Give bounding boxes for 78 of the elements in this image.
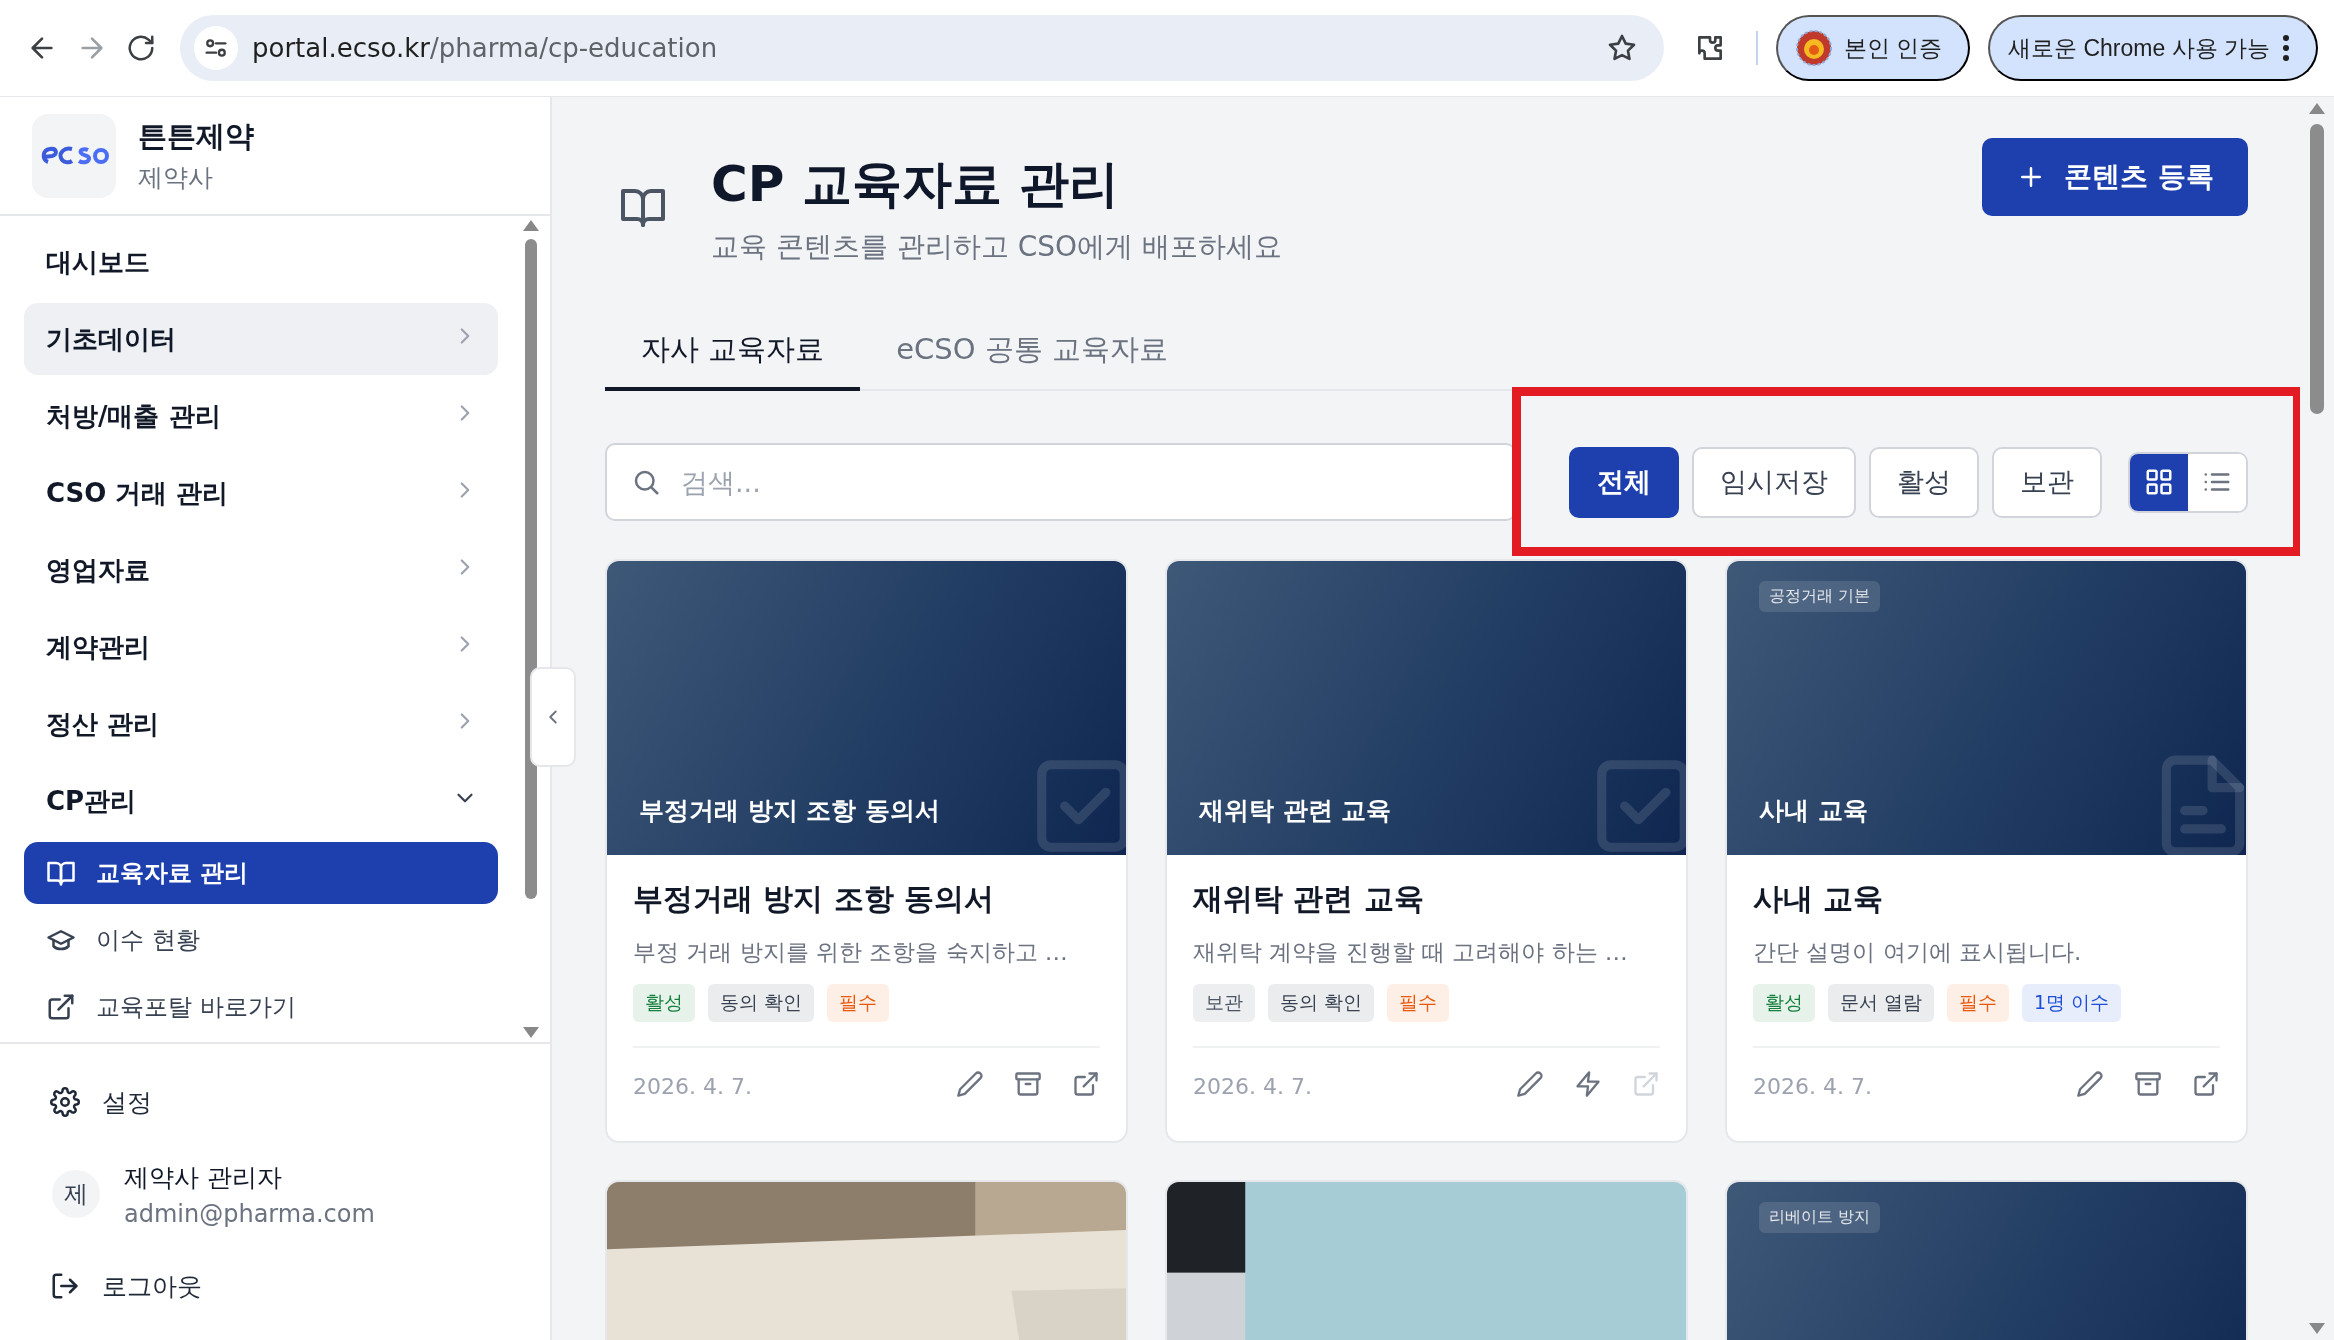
category-label: 리베이트 방지 [1759, 1202, 1881, 1233]
external-link-icon [1072, 1070, 1100, 1099]
add-content-button[interactable]: 콘텐츠 등록 [1982, 138, 2248, 216]
nav-item[interactable]: 기초데이터 [24, 303, 498, 375]
logout-link[interactable]: 로그아웃 [50, 1250, 550, 1322]
address-bar[interactable]: portal.ecso.kr/pharma/cp-education [180, 15, 1664, 81]
profile-button[interactable]: 본인 인증 [1775, 15, 1970, 81]
update-chrome-button[interactable]: 새로운 Chrome 사용 가능 [1988, 15, 2318, 81]
page-title: CP 교육자료 관리 [711, 154, 1121, 215]
status-tag: 동의 확인 [1268, 984, 1375, 1023]
logout-icon [50, 1271, 80, 1301]
nav-item[interactable]: CSO 거래 관리 [24, 457, 498, 529]
company-role: 제약사 [138, 162, 214, 194]
company-name: 튼튼제약 [138, 118, 254, 155]
nav-item[interactable]: 영업자료 [24, 534, 498, 606]
external-link-icon [2192, 1070, 2220, 1099]
nav-item[interactable]: 정산 관리 [24, 688, 498, 760]
content-card[interactable]: 재위탁 관련 교육 재위탁 관련 교육 재위탁 계약을 진행할 때 고려해야 하는 … 보관 동의 확인 필수 2026. 4. 7. [1165, 559, 1688, 1143]
card-date: 2026. 4. 7. [1753, 1073, 1872, 1099]
card-description: 재위탁 계약을 진행할 때 고려해야 하는 … [1193, 938, 1629, 967]
avatar-icon [1795, 30, 1832, 66]
card-date: 2026. 4. 7. [1193, 1073, 1312, 1099]
status-tag: 동의 확인 [708, 984, 815, 1023]
status-tag: 필수 [1947, 984, 2010, 1023]
nav-item[interactable]: 계약관리 [24, 611, 498, 683]
external-link-icon [46, 992, 76, 1022]
nav-subitem[interactable]: 이수 현황 [24, 909, 498, 971]
card-title: 사내 교육 [1753, 880, 1885, 918]
nav-item[interactable]: 대시보드 [24, 226, 498, 298]
filter-button[interactable]: 임시저장 [1692, 446, 1856, 518]
tab[interactable]: 자사 교육자료 [605, 312, 861, 391]
banner-title: 사내 교육 [1759, 795, 1868, 827]
card-description: 간단 설명이 여기에 표시됩니다. [1753, 938, 2083, 967]
edit-icon [1516, 1070, 1544, 1099]
banner-title: 부정거래 방지 조항 동의서 [639, 795, 941, 827]
content-card[interactable]: 공정거래 기본 사내 교육 사내 교육 간단 설명이 여기에 표시됩니다. 활성 문서 열람 필수 1명 이수 2026. 4. 7. [1725, 559, 2248, 1143]
external-link-icon [1632, 1070, 1660, 1099]
user-email: admin@pharma.com [124, 1199, 375, 1228]
status-tag: 필수 [1387, 984, 1450, 1023]
nav-subitem[interactable]: 교육자료 관리 [24, 842, 498, 904]
filter-button[interactable]: 보관 [1992, 446, 2102, 518]
nav-item[interactable]: 처방/매출 관리 [24, 380, 498, 452]
content-card[interactable]: 리베이트 방지 [1725, 1180, 2248, 1340]
status-tag: 1명 이수 [2022, 984, 2122, 1023]
search-input[interactable]: 검색... [679, 465, 1490, 499]
banner-title: 재위탁 관련 교육 [1199, 795, 1392, 827]
logo-icon [32, 113, 116, 198]
user-avatar: 제 [52, 1170, 100, 1218]
lightning-icon [1574, 1070, 1602, 1099]
more-icon [2282, 34, 2290, 62]
settings-link[interactable]: 설정 [50, 1066, 550, 1138]
settings-icon [50, 1087, 80, 1117]
edit-icon [2076, 1070, 2104, 1099]
category-label: 공정거래 기본 [1759, 581, 1881, 612]
status-tag: 문서 열람 [1828, 984, 1935, 1023]
archive-icon [1014, 1070, 1042, 1099]
filter-button[interactable]: 활성 [1869, 446, 1979, 518]
card-description: 부정 거래 방지를 위한 조항을 숙지하고 … [633, 938, 1069, 967]
card-title: 부정거래 방지 조항 동의서 [633, 880, 996, 918]
status-tag: 필수 [827, 984, 890, 1023]
tab[interactable]: eCSO 공통 교육자료 [860, 312, 1204, 391]
grid-icon [2144, 467, 2174, 497]
page-subtitle: 교육 콘텐츠를 관리하고 CSO에게 배포하세요 [711, 229, 1282, 265]
nav-subitem[interactable]: 교육포탈 바로가기 [24, 976, 498, 1038]
card-title: 재위탁 관련 교육 [1193, 880, 1425, 918]
reload-icon [126, 33, 156, 63]
edit-icon [956, 1070, 984, 1099]
url-text: portal.ecso.kr/pharma/cp-education [252, 33, 719, 63]
nav-item[interactable]: CP관리 [24, 765, 498, 837]
card-date: 2026. 4. 7. [633, 1073, 752, 1099]
status-tag: 활성 [1753, 984, 1815, 1023]
status-tag: 활성 [633, 984, 695, 1023]
archive-icon [2134, 1070, 2162, 1099]
user-name: 제약사 관리자 [124, 1161, 283, 1194]
content-card[interactable]: 부정거래 방지 조항 동의서 부정거래 방지 조항 동의서 부정 거래 방지를 위한 조항을 숙지하고 … 활성 동의 확인 필수 2026. 4. 7. [605, 559, 1128, 1143]
status-tag: 보관 [1193, 984, 1255, 1023]
grid-view-button[interactable] [2130, 453, 2188, 511]
filter-button[interactable]: 전체 [1569, 446, 1679, 518]
